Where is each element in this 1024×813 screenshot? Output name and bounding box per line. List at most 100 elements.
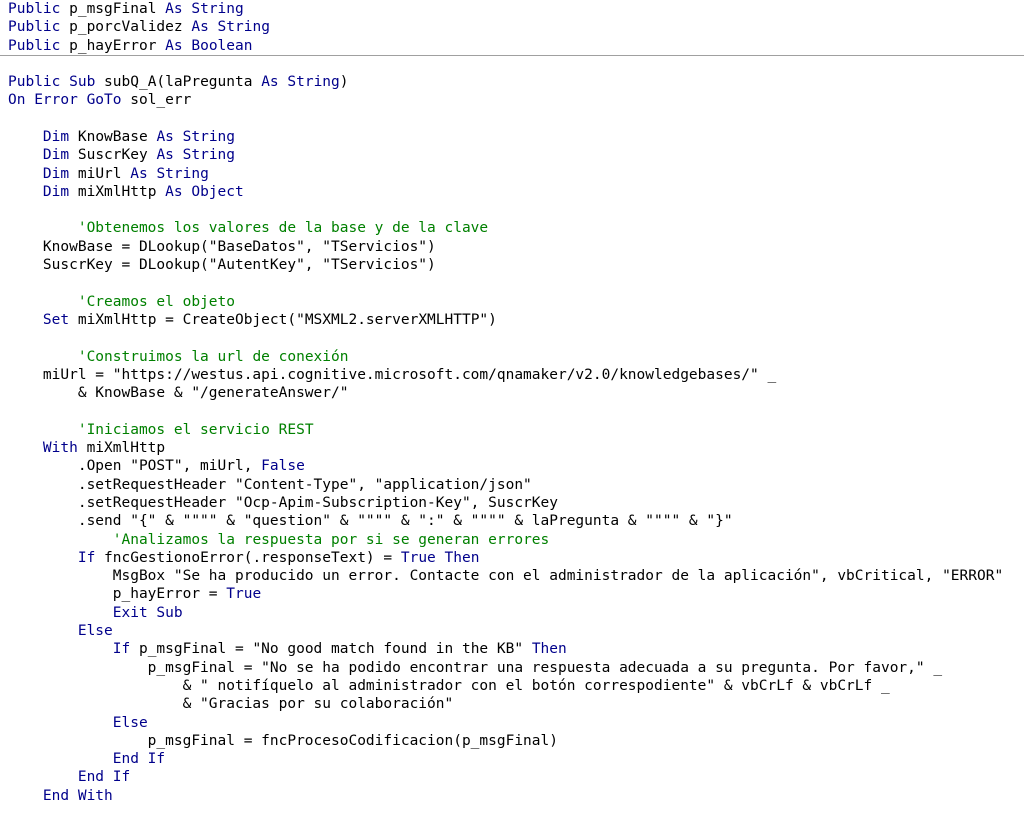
keyword-token: Exit Sub [112,604,183,621]
code-token: & "Gracias por su colaboración" [8,696,454,713]
keyword-token: Dim [42,128,70,145]
keyword-token: Then [531,641,567,658]
code-line[interactable]: 'Creamos el objeto [8,293,235,311]
code-line[interactable]: With miXmlHttp [8,439,165,457]
code-line[interactable]: .Open "POST", miUrl, False [8,457,305,475]
code-token: miXmlHttp [77,440,166,456]
keyword-token: As [165,183,183,200]
comment-token: 'Obtenemos los valores de la base y de l… [77,220,489,237]
code-token: miUrl [69,165,131,182]
code-line[interactable]: Dim miUrl As String [8,165,209,183]
code-line[interactable]: Else [8,714,148,732]
keyword-token: Public [8,37,61,54]
keyword-token: On Error GoTo [8,92,122,109]
code-token: miXmlHttp = CreateObject("MSXML2.serverX… [69,311,497,328]
keyword-token: As [156,128,174,145]
code-line[interactable]: & "Gracias por su colaboración" [8,695,454,713]
code-token: ) [339,74,349,90]
code-line[interactable]: Exit Sub [8,604,183,622]
code-line[interactable]: miUrl = "https://westus.api.cognitive.mi… [8,366,776,384]
code-line[interactable]: Dim miXmlHttp As Object [8,183,244,201]
keyword-token: If [77,549,96,566]
code-line[interactable]: 'Iniciamos el servicio REST [8,421,314,439]
keyword-token: If [112,641,131,658]
code-token: p_hayError = [8,586,227,603]
code-token: & " notifíquelo al administrador con el … [8,677,890,694]
keyword-token: As [261,74,279,90]
code-line[interactable]: 'Obtenemos los valores de la base y de l… [8,219,488,237]
code-line[interactable]: MsgBox "Se ha producido un error. Contac… [8,567,1003,585]
code-editor[interactable]: Public p_msgFinal As String Public p_porc… [0,0,1024,813]
keyword-token: String [156,165,209,182]
code-token: .setRequestHeader "Content-Type", "appli… [8,476,532,493]
code-line[interactable]: If fncGestionoError(.responseText) = Tru… [8,549,480,567]
code-line[interactable]: Public p_msgFinal As String [8,0,244,18]
code-line[interactable]: & KnowBase & "/generateAnswer/" [8,384,349,402]
keyword-token: Dim [42,183,70,200]
code-line[interactable]: End If [8,768,130,786]
code-line[interactable]: .setRequestHeader "Content-Type", "appli… [8,476,532,494]
code-line[interactable]: On Error GoTo sol_err [8,91,191,109]
code-line[interactable]: KnowBase = DLookup("BaseDatos", "TServic… [8,238,436,256]
keyword-token: Else [112,714,148,731]
code-line[interactable]: p_msgFinal = "No se ha podido encontrar … [8,659,942,677]
code-line[interactable]: Set miXmlHttp = CreateObject("MSXML2.ser… [8,311,497,329]
code-line[interactable]: p_hayError = True [8,585,261,603]
code-line[interactable]: Else [8,622,113,640]
code-line[interactable]: 'Construimos la url de conexión [8,348,349,366]
keyword-token: As [130,165,148,182]
code-line[interactable]: End With [8,787,113,805]
code-line[interactable]: Dim SuscrKey As String [8,146,235,164]
code-line[interactable]: SuscrKey = DLookup("AutentKey", "TServic… [8,256,436,274]
keyword-token: As [156,147,174,164]
code-token: p_msgFinal = fncProcesoCodificacion(p_ms… [8,732,558,749]
code-token: .setRequestHeader "Ocp-Apim-Subscription… [8,494,558,511]
code-line[interactable]: End If [8,750,165,768]
keyword-token: Set [42,311,70,328]
code-line[interactable]: .setRequestHeader "Ocp-Apim-Subscription… [8,494,558,512]
code-token: fncGestionoError(.responseText) = [95,549,401,566]
code-token: MsgBox "Se ha producido un error. Contac… [8,568,1004,585]
code-line[interactable]: & " notifíquelo al administrador con el … [8,677,890,695]
code-line[interactable]: Public Sub subQ_A(laPregunta As String) [8,73,349,91]
code-line[interactable]: 'Analizamos la respuesta por si se gener… [8,531,550,549]
code-token: p_msgFinal = "No se ha podido encontrar … [8,659,943,676]
code-line[interactable]: Public p_porcValidez As String [8,18,270,36]
comment-token: 'Creamos el objeto [77,293,235,310]
code-line[interactable]: If p_msgFinal = "No good match found in … [8,640,567,658]
code-token: KnowBase [69,128,157,145]
code-token: & KnowBase & "/generateAnswer/" [8,385,349,402]
keyword-token: Dim [42,147,70,164]
code-line[interactable]: .send "{" & """" & "question" & """" & "… [8,512,733,530]
keyword-token: End If [112,751,166,768]
code-line[interactable]: p_msgFinal = fncProcesoCodificacion(p_ms… [8,732,558,750]
keyword-token: String [182,147,236,164]
keyword-token: Else [77,623,113,639]
code-token: miUrl = "https://westus.api.cognitive.mi… [8,366,777,383]
keyword-token: String [217,19,270,36]
keyword-token: Public [8,1,61,17]
code-token: p_porcValidez [60,19,192,36]
keyword-token: As [165,1,183,17]
code-line[interactable]: Public p_hayError As Boolean [8,37,252,55]
comment-token: 'Analizamos la respuesta por si se gener… [112,531,550,548]
code-line[interactable]: Dim KnowBase As String [8,128,235,146]
keyword-token: End If [77,769,131,786]
procedure-separator-line [0,55,1024,56]
keyword-token: String [182,128,236,145]
